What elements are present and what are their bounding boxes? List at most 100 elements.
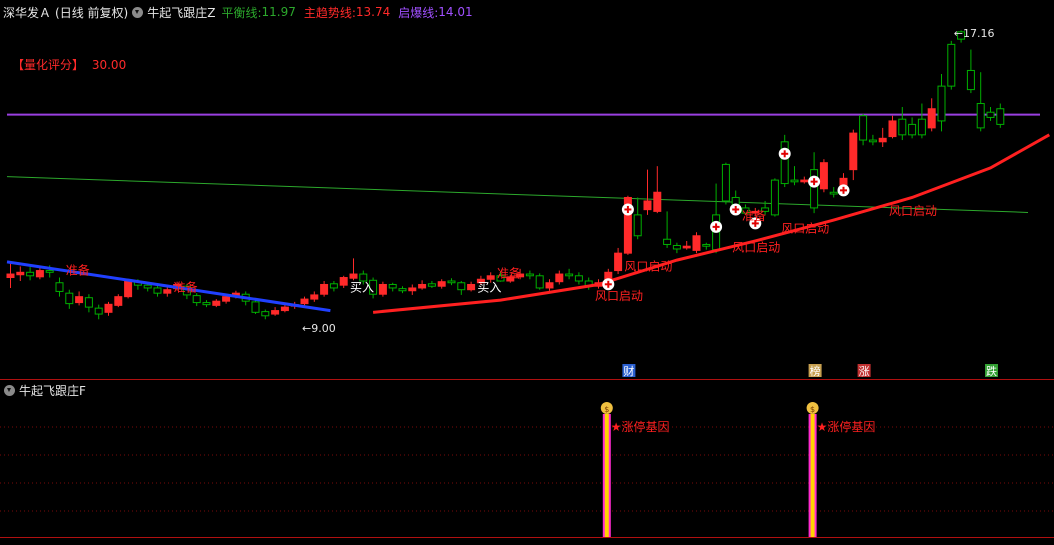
candle-body xyxy=(320,283,329,295)
plus-marker-icon xyxy=(778,147,791,160)
candle xyxy=(212,299,221,308)
limit-up-label: ★涨停基因 xyxy=(817,419,876,434)
candle xyxy=(35,267,44,280)
candle-body xyxy=(535,275,544,289)
candle xyxy=(986,107,995,121)
candle-body xyxy=(966,69,975,91)
candle-body xyxy=(437,281,446,287)
candle xyxy=(457,281,466,295)
candle xyxy=(917,103,926,139)
candle-body xyxy=(721,163,730,202)
candle-body xyxy=(486,275,495,280)
candle xyxy=(535,273,544,290)
candle xyxy=(633,197,642,240)
signal-annotation: 买入 xyxy=(477,280,501,294)
candle xyxy=(427,281,436,288)
candle-body xyxy=(702,243,711,247)
candle-body xyxy=(457,282,466,291)
candle-body xyxy=(300,298,309,305)
candle xyxy=(251,299,260,315)
signal-annotation: 准备 xyxy=(497,267,521,281)
candle xyxy=(84,294,93,313)
candle-body xyxy=(927,108,936,129)
candle-body xyxy=(810,169,819,209)
candle xyxy=(712,183,721,254)
candle-body xyxy=(859,115,868,141)
signal-annotation: 风口启动 xyxy=(595,289,643,303)
candle-body xyxy=(143,284,152,289)
candle-body xyxy=(898,118,907,136)
candle xyxy=(702,242,711,250)
candle xyxy=(75,291,84,306)
candle-body xyxy=(800,179,809,183)
candle-body xyxy=(94,307,103,315)
news-tag-text: 跌 xyxy=(986,364,997,378)
candle xyxy=(261,309,270,320)
candle-body xyxy=(908,123,917,136)
candle-body xyxy=(349,273,358,279)
candle xyxy=(525,270,534,280)
news-tag: 跌 xyxy=(985,364,998,378)
candle-body xyxy=(663,238,672,245)
candle-body xyxy=(65,292,74,305)
candle-body xyxy=(26,271,35,277)
stock-chart-window: 深华发Ａ (日线 前复权) 牛起飞跟庄Z 平衡线: 11.97 主趋势线: 13… xyxy=(0,0,1054,545)
news-tag: 财 xyxy=(622,364,636,378)
candle-body xyxy=(192,295,201,304)
candle xyxy=(104,301,113,316)
plus-marker-icon xyxy=(710,220,723,233)
candle-body xyxy=(153,287,162,294)
candle xyxy=(94,304,103,320)
candle xyxy=(996,103,1005,128)
candle xyxy=(663,211,672,248)
candle-body xyxy=(418,283,427,289)
candle-body xyxy=(614,252,623,272)
candle xyxy=(937,73,946,132)
candle-body xyxy=(271,310,280,315)
candle-body xyxy=(947,43,956,87)
candle xyxy=(300,296,309,306)
signal-annotation: 风口启动 xyxy=(732,240,780,254)
signal-annotation: 风口启动 xyxy=(889,204,937,218)
candle xyxy=(329,281,338,292)
candle-body xyxy=(408,287,417,292)
candle-body xyxy=(878,137,887,143)
candle-body xyxy=(163,289,172,294)
signal-bar-inner xyxy=(604,414,609,537)
candle xyxy=(780,134,789,188)
chart-canvas[interactable]: 准备准备 买入 买入准备风口启动风口启动风口启动准备风口启动风口启动←17.16←9… xyxy=(0,0,1054,545)
candle xyxy=(927,98,936,132)
candle-body xyxy=(574,275,583,282)
candle xyxy=(574,272,583,285)
candle-body xyxy=(222,296,231,302)
candle-body xyxy=(398,288,407,292)
candle-body xyxy=(525,273,534,277)
candle xyxy=(947,40,956,90)
candle xyxy=(849,129,858,181)
candle xyxy=(898,107,907,141)
candle-body xyxy=(731,196,740,205)
candle xyxy=(908,117,917,139)
candle xyxy=(16,266,25,281)
candle-body xyxy=(75,296,84,304)
candle xyxy=(829,187,838,198)
candle-body xyxy=(976,103,985,129)
candle xyxy=(614,247,623,275)
candle xyxy=(26,267,35,281)
news-tag: 榜 xyxy=(808,364,822,378)
candle xyxy=(398,286,407,294)
candle-body xyxy=(104,303,113,313)
limit-up-label: ★涨停基因 xyxy=(611,419,670,434)
candle-body xyxy=(212,300,221,306)
signal-annotation: 准备 xyxy=(742,209,766,223)
candle xyxy=(192,293,201,307)
candle-body xyxy=(917,118,926,136)
candle-body xyxy=(692,235,701,251)
candle-body xyxy=(888,120,897,138)
candle xyxy=(114,294,123,308)
candle-body xyxy=(339,277,348,286)
candle xyxy=(418,280,427,290)
news-tag-text: 财 xyxy=(623,364,634,378)
candle xyxy=(800,176,809,184)
candle-body xyxy=(770,179,779,216)
